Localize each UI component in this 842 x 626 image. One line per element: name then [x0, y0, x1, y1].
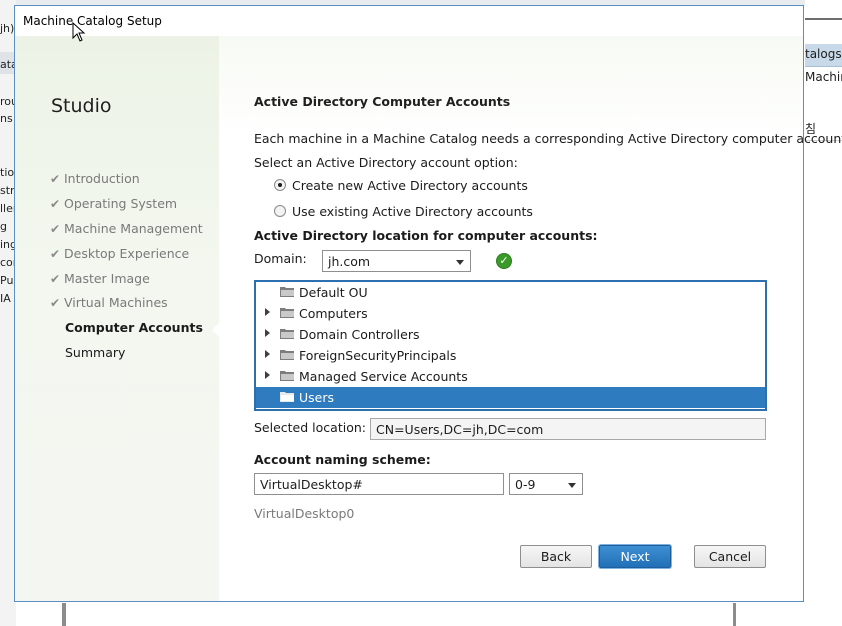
tree-item-label: Default OU: [299, 285, 368, 300]
tree-item-label: Domain Controllers: [299, 327, 420, 342]
page-heading: Active Directory Computer Accounts: [254, 94, 511, 109]
folder-icon: [280, 287, 294, 297]
checkmark-icon: ✔: [50, 222, 61, 236]
expand-arrow-icon[interactable]: [265, 308, 270, 316]
tree-item-default-ou[interactable]: Default OU: [256, 282, 765, 303]
wizard-sidebar: [15, 36, 219, 601]
step-introduction: ✔ Introduction: [50, 171, 140, 186]
check-ok-icon: ✓: [496, 253, 512, 269]
bg-left-text: Pu: [0, 274, 14, 287]
mouse-cursor-icon: [72, 22, 86, 42]
tree-item-label: Computers: [299, 306, 368, 321]
radio-create-new-accounts[interactable]: Create new Active Directory accounts: [274, 178, 534, 197]
radio-label: Create new Active Directory accounts: [292, 178, 528, 193]
window-title: Machine Catalog Setup: [23, 14, 162, 28]
background-scrollbar: [733, 603, 736, 626]
current-step-indicator: [212, 322, 220, 338]
background-scrollbar: [62, 603, 66, 626]
folder-icon: [280, 371, 294, 381]
description-text: Each machine in a Machine Catalog needs …: [254, 131, 842, 146]
domain-value: jh.com: [328, 254, 371, 269]
step-label: Introduction: [64, 171, 140, 186]
step-desktop-experience: ✔ Desktop Experience: [50, 246, 189, 261]
step-computer-accounts: Computer Accounts: [65, 320, 203, 335]
selected-location-field: CN=Users,DC=jh,DC=com: [370, 418, 766, 440]
step-label: Master Image: [64, 271, 150, 286]
tree-item-domain-controllers[interactable]: Domain Controllers: [256, 324, 765, 345]
checkmark-icon: ✔: [50, 197, 61, 211]
background-divider: [805, 18, 842, 20]
step-machine-management: ✔ Machine Management: [50, 221, 203, 236]
tree-item-computers[interactable]: Computers: [256, 303, 765, 324]
checkmark-icon: ✔: [50, 247, 61, 261]
background-column-header: talogs: [805, 44, 842, 67]
tree-item-foreign-security-principals[interactable]: ForeignSecurityPrincipals: [256, 345, 765, 366]
expand-arrow-icon[interactable]: [265, 371, 270, 379]
naming-type-dropdown[interactable]: 0-9: [509, 473, 583, 495]
checkmark-icon: ✔: [50, 272, 61, 286]
bg-left-text: jh): [0, 22, 15, 35]
ou-tree-view[interactable]: Default OU Computers Domain Controllers …: [254, 280, 767, 411]
radio-button-selected[interactable]: [274, 179, 286, 191]
folder-icon: [280, 308, 294, 318]
checkmark-icon: ✔: [50, 172, 61, 186]
naming-preview: VirtualDesktop0: [254, 506, 355, 521]
bg-left-text: IA: [0, 292, 11, 305]
account-option-label: Select an Active Directory account optio…: [254, 155, 518, 170]
back-button[interactable]: Back: [520, 545, 592, 568]
step-operating-system: ✔ Operating System: [50, 196, 177, 211]
radio-button-unselected[interactable]: [274, 205, 286, 217]
title-bar[interactable]: Machine Catalog Setup: [15, 6, 803, 36]
step-master-image: ✔ Master Image: [50, 271, 150, 286]
checkmark-icon: ✔: [50, 296, 61, 310]
naming-scheme-label: Account naming scheme:: [254, 452, 431, 467]
folder-icon: [280, 329, 294, 339]
folder-icon: [280, 392, 294, 402]
expand-arrow-icon[interactable]: [265, 329, 270, 337]
bg-right-text: talogs: [805, 47, 842, 61]
radio-label: Use existing Active Directory accounts: [292, 204, 533, 219]
domain-label: Domain:: [254, 251, 307, 266]
naming-scheme-input[interactable]: VirtualDesktop#: [254, 473, 504, 495]
chevron-down-icon: [568, 483, 576, 488]
chevron-down-icon: [456, 260, 464, 265]
step-summary: Summary: [65, 345, 126, 360]
background-right-panel: [805, 0, 842, 626]
step-label: Virtual Machines: [64, 295, 168, 310]
machine-catalog-setup-dialog: Machine Catalog Setup Studio ✔ Introducti…: [14, 5, 842, 602]
studio-brand: Studio: [51, 95, 112, 117]
naming-type-value: 0-9: [515, 477, 536, 492]
tree-item-label: Managed Service Accounts: [299, 369, 468, 384]
tree-item-users[interactable]: Users: [256, 387, 765, 408]
bg-left-text: g: [0, 220, 7, 233]
bg-right-text: Machin: [805, 70, 842, 84]
next-button[interactable]: Next: [599, 545, 671, 568]
tree-item-managed-service-accounts[interactable]: Managed Service Accounts: [256, 366, 765, 387]
bg-left-text: ns: [0, 112, 13, 125]
radio-use-existing-accounts[interactable]: Use existing Active Directory accounts: [274, 204, 534, 223]
selected-location-label: Selected location:: [254, 420, 366, 435]
cancel-button[interactable]: Cancel: [694, 545, 766, 568]
tree-item-label: ForeignSecurityPrincipals: [299, 348, 457, 363]
step-label: Desktop Experience: [64, 246, 190, 261]
expand-arrow-icon[interactable]: [265, 350, 270, 358]
tree-item-label: Users: [299, 390, 335, 405]
location-label: Active Directory location for computer a…: [254, 228, 598, 243]
step-label: Operating System: [64, 196, 178, 211]
step-label: Machine Management: [64, 221, 203, 236]
step-virtual-machines: ✔ Virtual Machines: [50, 295, 168, 310]
domain-dropdown[interactable]: jh.com: [322, 250, 471, 272]
folder-icon: [280, 350, 294, 360]
